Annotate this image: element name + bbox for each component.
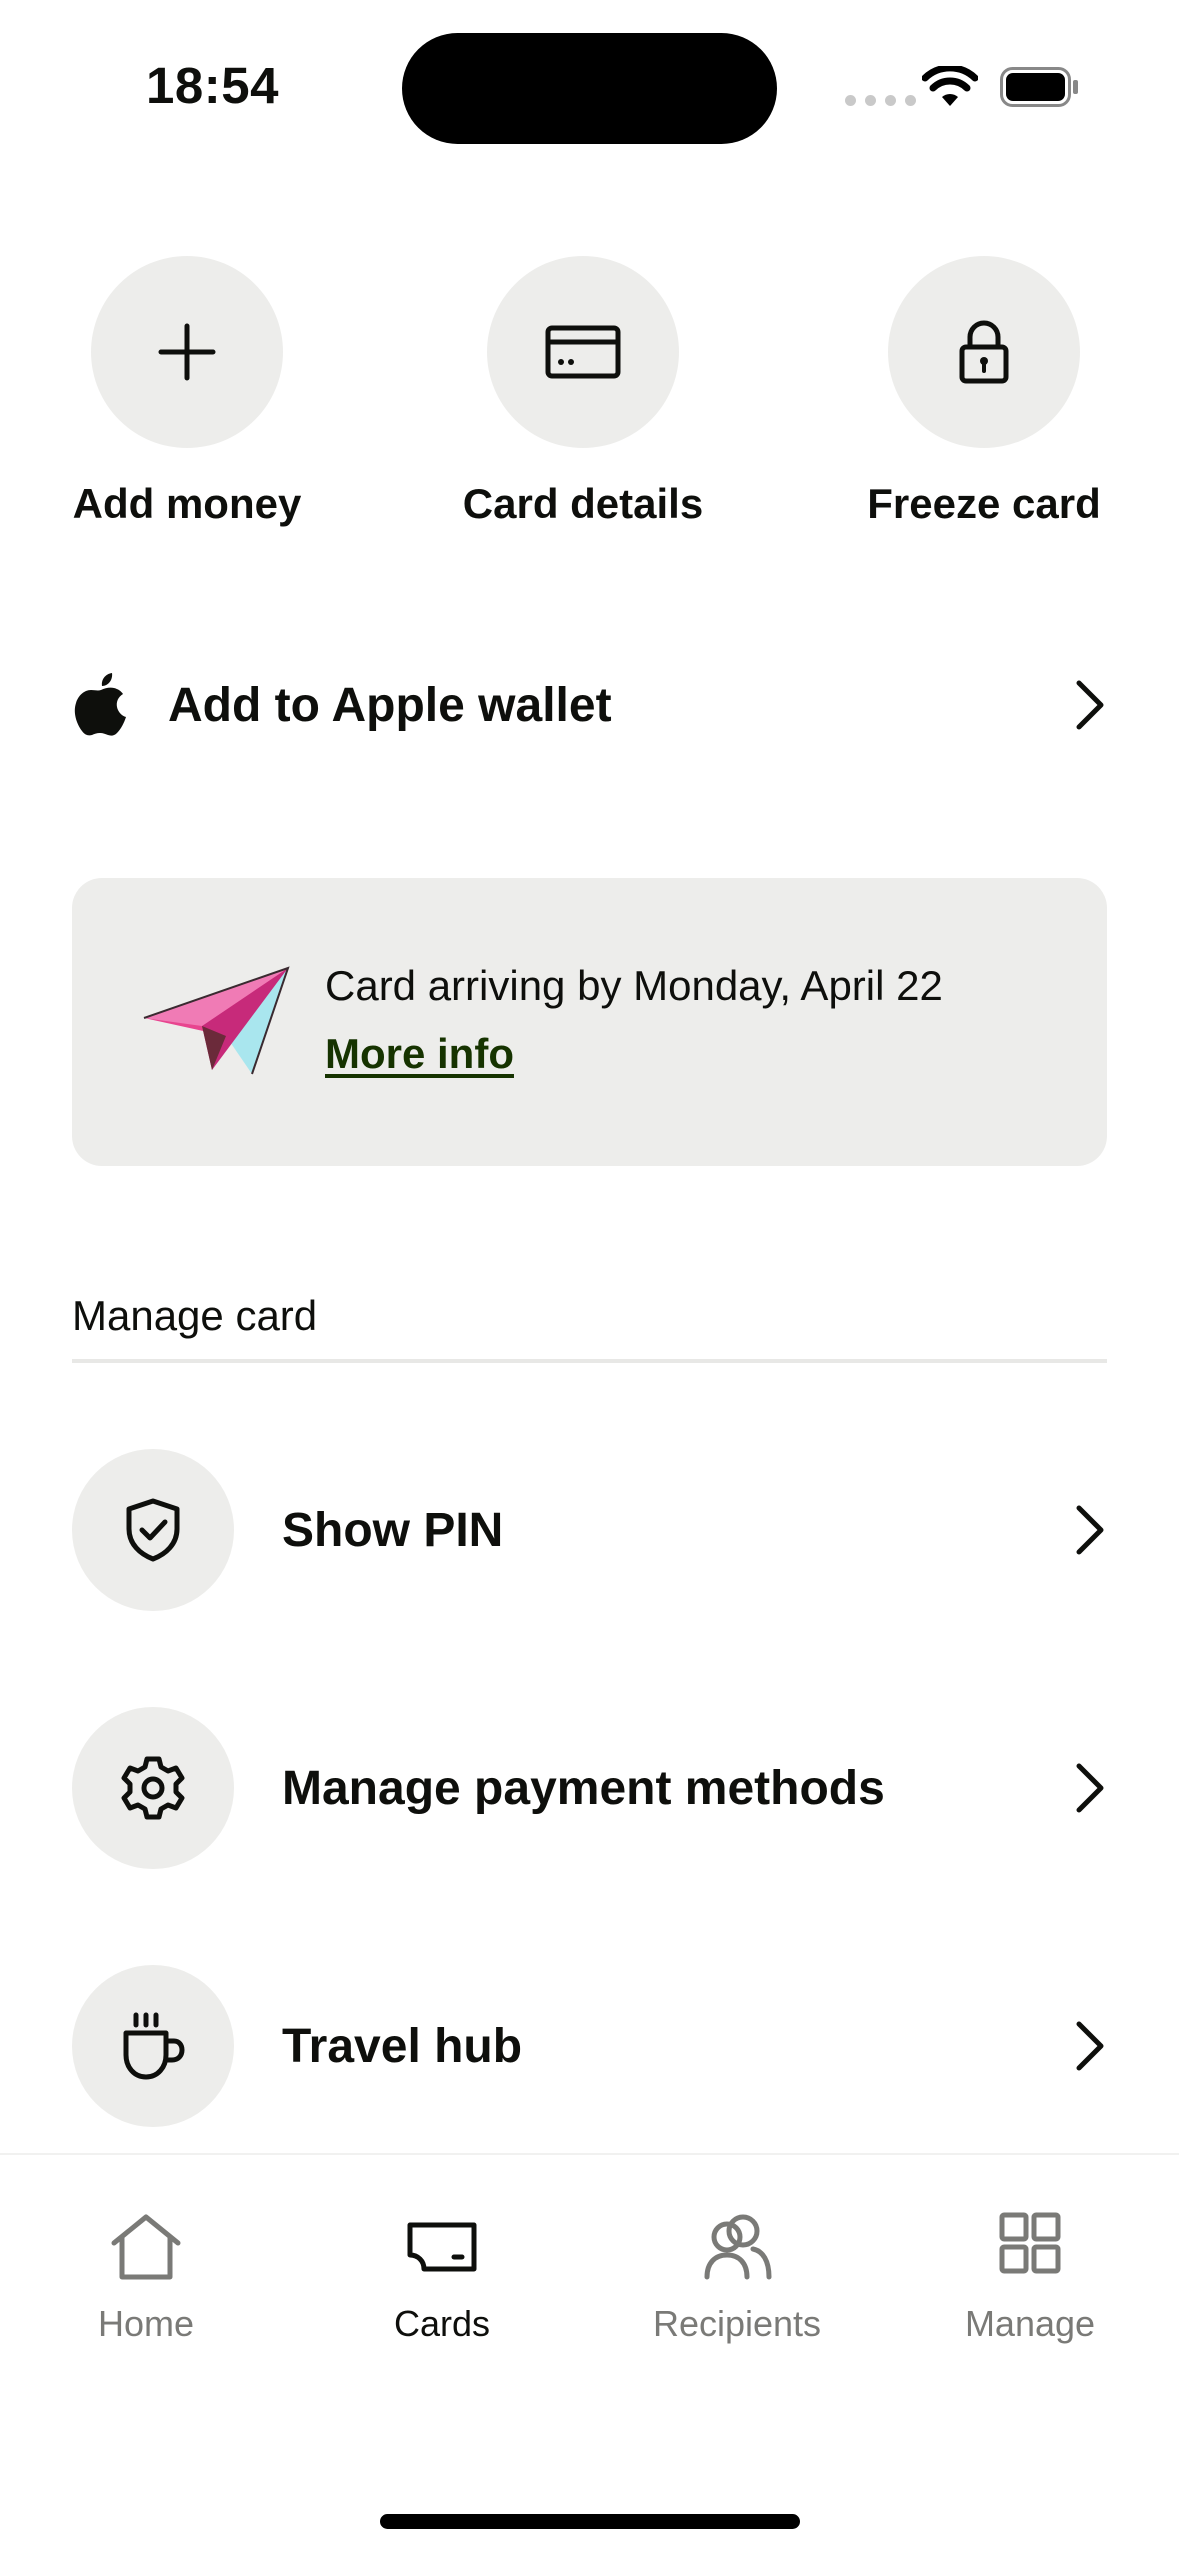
battery-icon [1000, 67, 1078, 107]
freeze-card-circle[interactable] [888, 256, 1080, 448]
manage-payment-methods-label: Manage payment methods [282, 1761, 885, 1815]
travel-hub-label: Travel hub [282, 2019, 523, 2073]
add-money-circle[interactable] [91, 256, 283, 448]
payment-methods-icon-circle [72, 1707, 234, 1869]
add-to-apple-wallet-label: Add to Apple wallet [168, 678, 612, 732]
wifi-icon [922, 66, 978, 106]
card-icon [407, 2222, 477, 2272]
travel-hub-icon-circle [72, 1965, 234, 2127]
card-screen: 18:54 Add money Card details Freeze card… [0, 0, 1179, 2556]
show-pin-row[interactable]: Show PIN [72, 1449, 1107, 1611]
people-icon [704, 2214, 772, 2280]
lock-icon [959, 320, 1009, 384]
add-to-apple-wallet-row[interactable]: Add to Apple wallet [72, 668, 1107, 742]
tab-home-label: Home [97, 2303, 195, 2344]
status-time: 18:54 [146, 57, 279, 114]
section-divider [72, 1359, 1107, 1363]
paper-plane-icon [143, 966, 290, 1075]
card-details-circle[interactable] [487, 256, 679, 448]
apple-icon [74, 673, 126, 736]
tab-cards-label: Cards [393, 2303, 491, 2344]
manage-payment-methods-row[interactable]: Manage payment methods [72, 1707, 1107, 1869]
freeze-card-button[interactable]: Freeze card [824, 256, 1144, 528]
gear-icon [121, 1756, 185, 1820]
home-indicator [380, 2514, 800, 2529]
chevron-right-icon [1076, 1505, 1104, 1555]
chevron-right-icon [1076, 680, 1104, 730]
show-pin-icon-circle [72, 1449, 234, 1611]
travel-hub-row[interactable]: Travel hub [72, 1965, 1107, 2127]
bottom-tab-bar: Home Cards Recipients Manage [0, 2153, 1179, 2556]
add-money-label: Add money [72, 480, 302, 527]
card-details-button[interactable]: Card details [423, 256, 743, 528]
manage-card-heading: Manage card [72, 1292, 318, 1339]
chevron-right-icon [1076, 2021, 1104, 2071]
more-info-link[interactable]: More info [325, 1030, 514, 1078]
tab-cards[interactable]: Cards [312, 2211, 572, 2345]
card-arrival-banner: Card arriving by Monday, April 22 More i… [72, 878, 1107, 1166]
tab-recipients[interactable]: Recipients [607, 2211, 867, 2345]
plus-icon [158, 323, 216, 381]
cellular-signal-icon [845, 95, 916, 106]
tab-manage-label: Manage [964, 2303, 1096, 2344]
tab-home[interactable]: Home [16, 2211, 276, 2345]
card-icon [545, 325, 621, 379]
freeze-card-label: Freeze card [867, 480, 1101, 527]
tab-recipients-label: Recipients [652, 2303, 822, 2344]
chevron-right-icon [1076, 1763, 1104, 1813]
dynamic-island [402, 33, 777, 144]
cup-icon [123, 2012, 185, 2080]
card-details-label: Card details [462, 480, 704, 527]
grid-icon [999, 2212, 1061, 2274]
home-icon [111, 2214, 181, 2280]
card-arrival-message: Card arriving by Monday, April 22 [325, 962, 943, 1009]
show-pin-label: Show PIN [282, 1503, 504, 1557]
shield-check-icon [126, 1498, 180, 1562]
tab-manage[interactable]: Manage [900, 2211, 1160, 2345]
add-money-button[interactable]: Add money [27, 256, 347, 528]
